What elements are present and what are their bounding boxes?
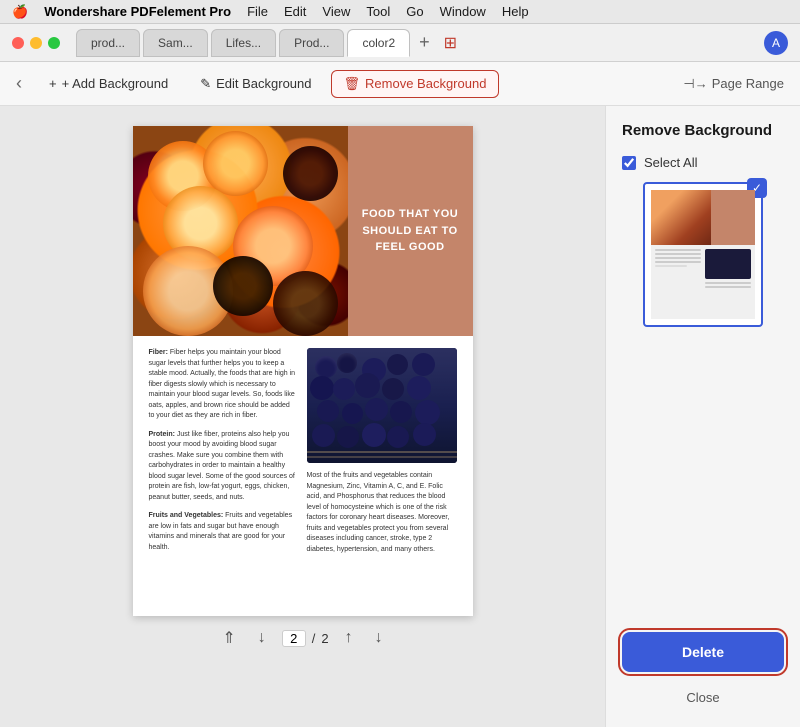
add-background-button[interactable]: + + Add Background [36, 70, 181, 97]
delete-button[interactable]: Delete [622, 632, 784, 672]
page-title: FOOD THAT YOU SHOULD EAT TO FEEL GOOD [362, 206, 459, 256]
pagination: ⇑ ↓ / 2 ↑ ↓ [206, 616, 398, 660]
menu-go[interactable]: Go [406, 4, 423, 19]
apple-menu[interactable]: 🍎 [12, 4, 28, 20]
page-separator: / [312, 631, 316, 646]
title-box: FOOD THAT YOU SHOULD EAT TO FEEL GOOD [348, 126, 473, 336]
select-all-label: Select All [644, 155, 697, 170]
berry-image [307, 348, 457, 463]
tab-grid-icon[interactable]: ⊞ [444, 33, 457, 53]
menu-help[interactable]: Help [502, 4, 529, 19]
right-text: Most of the fruits and vegetables contai… [307, 471, 457, 555]
remove-background-label: Remove Background [365, 76, 486, 91]
page-range-button[interactable]: ⊣→ Page Range [683, 76, 784, 92]
right-panel: Remove Background Select All ✓ [605, 106, 800, 727]
tab-color2[interactable]: color2 [347, 29, 410, 57]
panel-spacer [622, 339, 784, 620]
avatar: A [764, 31, 788, 55]
menubar: 🍎 Wondershare PDFelement Pro File Edit V… [0, 0, 800, 24]
titlebar: prod... Sam... Lifes... Prod... color2 +… [0, 24, 800, 62]
plus-icon: + [49, 76, 57, 91]
edit-icon: ✎ [200, 76, 211, 92]
tab-sam[interactable]: Sam... [143, 29, 208, 57]
pdf-page: FOOD THAT YOU SHOULD EAT TO FEEL GOOD Fi… [133, 126, 473, 616]
traffic-lights [12, 37, 60, 49]
edit-background-label: Edit Background [216, 76, 311, 91]
thumb-top-image [651, 190, 755, 245]
edit-background-button[interactable]: ✎ Edit Background [187, 70, 324, 98]
remove-background-button[interactable]: 🗑 Remove Background [331, 70, 500, 98]
fruits-paragraph: Fruits and Vegetables: Fruits and vegeta… [149, 511, 297, 553]
tab-prod1[interactable]: prod... [76, 29, 140, 57]
menu-view[interactable]: View [322, 4, 350, 19]
document-area: FOOD THAT YOU SHOULD EAT TO FEEL GOOD Fi… [0, 106, 605, 727]
thumb-content [651, 245, 755, 294]
trash-icon: 🗑 [344, 76, 361, 92]
page-range-label: Page Range [712, 76, 784, 91]
content-right-column: Most of the fruits and vegetables contai… [307, 348, 457, 563]
tabs-bar: prod... Sam... Lifes... Prod... color2 +… [76, 29, 764, 57]
fruits-image [133, 126, 348, 336]
total-pages: 2 [321, 631, 328, 646]
thumbnail-inner [651, 190, 755, 319]
back-button[interactable]: ‹ [16, 73, 22, 94]
minimize-window-button[interactable] [30, 37, 42, 49]
select-all-row: Select All [622, 155, 784, 170]
close-window-button[interactable] [12, 37, 24, 49]
toolbar: ‹ + + Add Background ✎ Edit Background 🗑… [0, 62, 800, 106]
panel-title: Remove Background [622, 122, 784, 139]
fiber-paragraph: Fiber: Fiber helps you maintain your blo… [149, 348, 297, 422]
tab-prod2[interactable]: Prod... [279, 29, 344, 57]
next-page-button[interactable]: ↑ [339, 627, 359, 649]
app-name: Wondershare PDFelement Pro [44, 4, 231, 19]
main-area: FOOD THAT YOU SHOULD EAT TO FEEL GOOD Fi… [0, 106, 800, 727]
protein-paragraph: Protein: Just like fiber, proteins also … [149, 430, 297, 504]
content-left-column: Fiber: Fiber helps you maintain your blo… [149, 348, 297, 563]
menu-window[interactable]: Window [440, 4, 486, 19]
last-page-button[interactable]: ↓ [369, 627, 389, 649]
page-top-section: FOOD THAT YOU SHOULD EAT TO FEEL GOOD [133, 126, 473, 336]
menu-edit[interactable]: Edit [284, 4, 306, 19]
page-content-section: Fiber: Fiber helps you maintain your blo… [133, 336, 473, 575]
menu-tool[interactable]: Tool [366, 4, 390, 19]
tab-lifes[interactable]: Lifes... [211, 29, 276, 57]
select-all-checkbox[interactable] [622, 156, 636, 170]
menu-file[interactable]: File [247, 4, 268, 19]
add-background-label: + Add Background [62, 76, 169, 91]
add-tab-button[interactable]: + [413, 32, 436, 53]
page-range-icon: ⊣→ [683, 76, 707, 92]
first-page-button[interactable]: ⇑ [216, 626, 241, 650]
page-info: / 2 [282, 630, 329, 647]
maximize-window-button[interactable] [48, 37, 60, 49]
current-page-input[interactable] [282, 630, 306, 647]
close-button[interactable]: Close [622, 684, 784, 711]
page-thumbnail[interactable]: ✓ [643, 182, 763, 327]
prev-page-button[interactable]: ↓ [252, 627, 272, 649]
